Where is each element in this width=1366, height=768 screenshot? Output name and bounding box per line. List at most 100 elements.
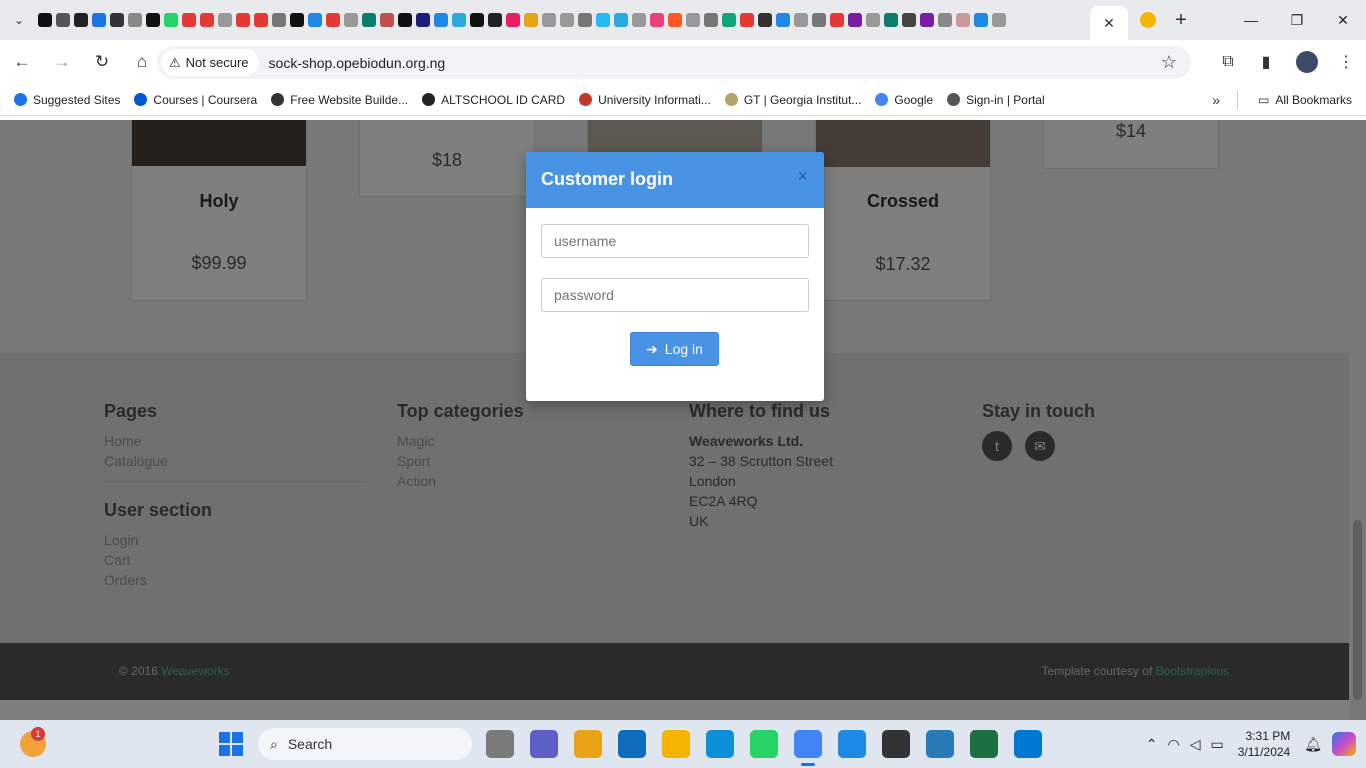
tab-search-dropdown[interactable]: ⌄ [0, 0, 38, 40]
username-field[interactable] [541, 224, 809, 258]
tab-favicon[interactable] [218, 13, 232, 27]
tab-favicon[interactable] [884, 13, 898, 27]
bookmark-item[interactable]: Free Website Builde... [271, 93, 408, 107]
tab-favicon[interactable] [38, 13, 52, 27]
tab-favicon[interactable] [272, 13, 286, 27]
tab-favicon[interactable] [668, 13, 682, 27]
bookmark-star-icon[interactable]: ☆ [1161, 52, 1177, 73]
tab-favicon[interactable] [56, 13, 70, 27]
bookmark-item[interactable]: Sign-in | Portal [947, 93, 1045, 107]
tab-favicon[interactable] [902, 13, 916, 27]
close-icon[interactable]: × [797, 166, 808, 187]
tab-favicon[interactable] [956, 13, 970, 27]
notifications-bell-icon[interactable]: 🔔︎ [1304, 736, 1322, 753]
login-button[interactable]: ➔ Log in [630, 332, 719, 366]
tab-favicon[interactable] [182, 13, 196, 27]
tab-favicon[interactable] [92, 13, 106, 27]
tab-favicon[interactable] [128, 13, 142, 27]
tab-favicon[interactable] [920, 13, 934, 27]
menu-kebab-icon[interactable]: ⋮ [1328, 44, 1364, 80]
tab-favicon[interactable] [758, 13, 772, 27]
taskbar-app-icon[interactable] [530, 730, 558, 758]
password-field[interactable] [541, 278, 809, 312]
tab-favicon[interactable] [344, 13, 358, 27]
tab-favicon[interactable] [236, 13, 250, 27]
bookmark-item[interactable]: ALTSCHOOL ID CARD [422, 93, 565, 107]
new-tab-button[interactable]: + [1166, 5, 1196, 35]
tab-favicon[interactable] [524, 13, 538, 27]
bookmark-item[interactable]: GT | Georgia Institut... [724, 93, 861, 107]
battery-icon[interactable]: ▭ [1210, 736, 1223, 753]
tab-favicon[interactable] [578, 13, 592, 27]
chevron-up-icon[interactable]: ⌃ [1146, 736, 1158, 753]
copilot-icon[interactable] [1332, 732, 1356, 756]
tab-favicon[interactable] [632, 13, 646, 27]
tab-favicon[interactable] [362, 13, 376, 27]
all-bookmarks-button[interactable]: ▭ All Bookmarks [1258, 93, 1352, 107]
taskbar-app-icon[interactable] [838, 730, 866, 758]
minimize-button[interactable]: — [1228, 0, 1274, 40]
taskbar-app-icon[interactable] [750, 730, 778, 758]
start-button[interactable] [219, 732, 243, 756]
security-chip[interactable]: ⚠ Not secure [161, 49, 259, 76]
tab-favicon[interactable] [110, 13, 124, 27]
taskbar-app-icon[interactable] [970, 730, 998, 758]
tab-favicon[interactable] [650, 13, 664, 27]
taskbar-app-icon[interactable] [882, 730, 910, 758]
tab-favicon[interactable] [308, 13, 322, 27]
tab-favicon[interactable] [164, 13, 178, 27]
taskbar-app-icon[interactable] [574, 730, 602, 758]
tab-favicon[interactable] [722, 13, 736, 27]
url-text[interactable]: sock-shop.opebiodun.org.ng [269, 55, 446, 71]
tab-favicon[interactable] [740, 13, 754, 27]
reload-button[interactable]: ↻ [84, 44, 120, 80]
tab-favicon[interactable] [848, 13, 862, 27]
taskbar-app-icon[interactable] [618, 730, 646, 758]
tab-favicon[interactable] [704, 13, 718, 27]
forward-button[interactable]: → [44, 44, 80, 80]
taskbar-search[interactable]: ⌕ Search [258, 728, 472, 760]
close-window-button[interactable]: ✕ [1320, 0, 1366, 40]
bookmark-item[interactable]: Suggested Sites [14, 93, 120, 107]
tab-favicon[interactable] [596, 13, 610, 27]
home-button[interactable]: ⌂ [124, 44, 160, 80]
taskbar-app-icon[interactable] [662, 730, 690, 758]
volume-icon[interactable]: ◁ [1190, 736, 1201, 753]
more-bookmarks-icon[interactable]: » [1212, 92, 1220, 108]
taskbar-app-icon[interactable] [486, 730, 514, 758]
tab-favicon[interactable] [506, 13, 520, 27]
taskbar-app-icon[interactable] [706, 730, 734, 758]
tab-favicon[interactable] [452, 13, 466, 27]
tab-favicon[interactable] [290, 13, 304, 27]
tab-favicon[interactable] [398, 13, 412, 27]
wifi-icon[interactable]: ◠ [1167, 736, 1179, 753]
side-panel-icon[interactable]: ▮ [1248, 44, 1284, 80]
tab-favicon[interactable] [614, 13, 628, 27]
tab-favicon[interactable] [974, 13, 988, 27]
tab-favicon[interactable] [560, 13, 574, 27]
tab-favicon[interactable] [794, 13, 808, 27]
tab-favicon[interactable] [866, 13, 880, 27]
extensions-icon[interactable]: ⧉ [1210, 44, 1246, 80]
tab-favicon[interactable] [200, 13, 214, 27]
taskbar-app-icon[interactable] [794, 730, 822, 766]
tab-favicon[interactable] [830, 13, 844, 27]
bookmark-item[interactable]: Courses | Coursera [134, 93, 257, 107]
tab-favicon[interactable] [254, 13, 268, 27]
profile-avatar[interactable] [1296, 51, 1318, 73]
tab-favicon[interactable] [992, 13, 1006, 27]
tab-favicon[interactable] [542, 13, 556, 27]
tab-favicon[interactable] [776, 13, 790, 27]
back-button[interactable]: ← [4, 44, 40, 80]
tab-favicon[interactable] [74, 13, 88, 27]
tab-favicon[interactable] [938, 13, 952, 27]
tab-favicon[interactable] [812, 13, 826, 27]
tab-favicon[interactable] [1140, 12, 1156, 28]
tab-close-icon[interactable]: ✕ [1103, 15, 1115, 32]
tab-favicon[interactable] [380, 13, 394, 27]
restore-button[interactable]: ❐ [1274, 0, 1320, 40]
tab-favicon[interactable] [470, 13, 484, 27]
tab-favicon[interactable] [326, 13, 340, 27]
bookmark-item[interactable]: Google [875, 93, 933, 107]
active-tab[interactable]: ✕ [1090, 6, 1128, 40]
